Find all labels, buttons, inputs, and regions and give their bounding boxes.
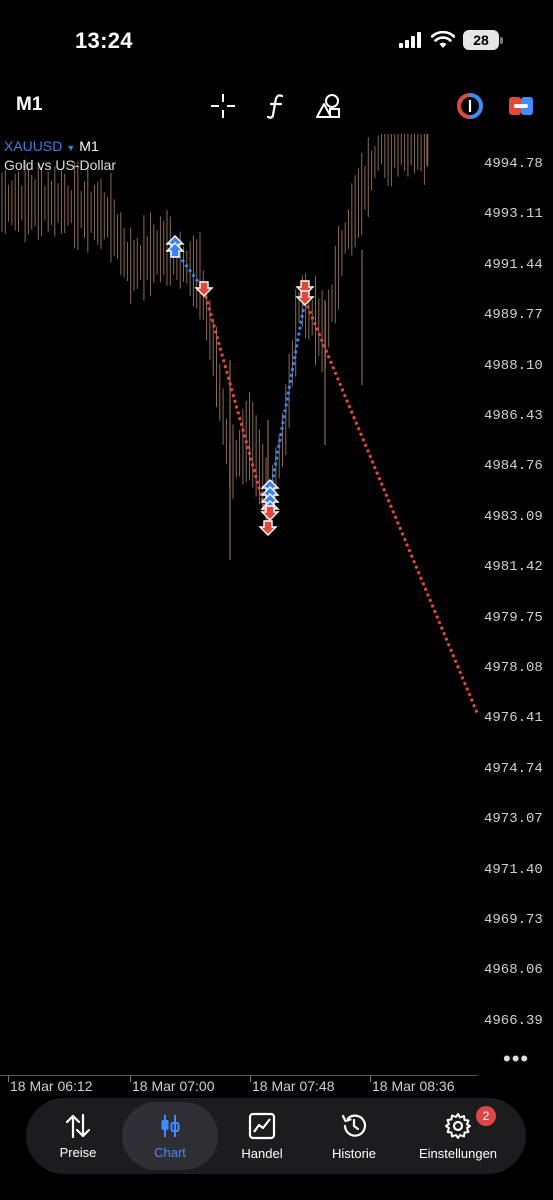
nav-label-chart: Chart bbox=[154, 1144, 186, 1160]
price-axis-label: 4983.09 bbox=[484, 508, 543, 525]
nav-item-handel[interactable]: Handel bbox=[214, 1102, 310, 1170]
nav-label-preise: Preise bbox=[59, 1144, 97, 1160]
nav-label-einstellungen: Einstellungen bbox=[418, 1145, 498, 1161]
price-axis-label: 4971.40 bbox=[484, 861, 543, 878]
trade-line bbox=[303, 299, 480, 716]
notification-badge: 2 bbox=[476, 1106, 496, 1126]
candles-icon bbox=[161, 1114, 180, 1137]
price-axis-label: 4986.43 bbox=[484, 408, 543, 424]
one-click-trading-icon[interactable] bbox=[456, 92, 484, 120]
time-axis-label: 18 Mar 07:00 bbox=[132, 1078, 215, 1094]
price-axis-label: 4966.39 bbox=[484, 1012, 543, 1029]
price-axis-label: 4988.10 bbox=[484, 357, 543, 374]
indicators-icon[interactable] bbox=[263, 92, 291, 120]
status-bar: 13:24 28 bbox=[0, 0, 553, 80]
price-axis-label: 4991.44 bbox=[484, 256, 543, 273]
wifi-icon bbox=[431, 31, 455, 48]
price-axis-label: 4973.07 bbox=[484, 811, 543, 828]
signal-icon bbox=[399, 32, 421, 48]
chart-toolbar: M1 bbox=[0, 84, 553, 128]
price-axis-label: 4978.08 bbox=[484, 660, 543, 676]
price-axis: 4994.78 4993.11 4991.44 4989.77 4988.10 4986.… bbox=[478, 134, 553, 1075]
timeframe-button[interactable]: M1 bbox=[16, 94, 42, 116]
price-axis-label: 4974.74 bbox=[484, 760, 543, 777]
trade-line bbox=[268, 299, 307, 496]
price-axis-label: 4979.75 bbox=[484, 609, 543, 626]
sell-arrow-icon bbox=[258, 520, 278, 536]
gear-icon bbox=[445, 1112, 471, 1139]
time-axis-label: 18 Mar 08:36 bbox=[372, 1078, 455, 1094]
price-axis-label: 4976.41 bbox=[484, 710, 543, 727]
crosshair-icon[interactable] bbox=[209, 92, 237, 120]
price-axis-label: 4984.76 bbox=[484, 458, 543, 475]
price-axis-label: 4981.42 bbox=[484, 559, 543, 576]
nav-item-preise[interactable]: Preise bbox=[30, 1102, 126, 1170]
price-chart[interactable] bbox=[0, 134, 480, 1075]
arrows-updown-icon bbox=[65, 1113, 91, 1138]
sell-arrow-icon bbox=[194, 281, 214, 297]
price-axis-label: 4989.77 bbox=[484, 307, 543, 324]
nav-item-einstellungen[interactable]: Einstellungen 2 bbox=[406, 1102, 510, 1170]
symbol-name[interactable]: XAUUSD bbox=[4, 138, 62, 154]
time-axis-label: 18 Mar 07:48 bbox=[252, 1078, 335, 1094]
battery-level: 28 bbox=[463, 30, 499, 50]
bottom-navigation: Preise Chart Handel Historie Einstellung… bbox=[26, 1098, 526, 1174]
status-time: 13:24 bbox=[75, 28, 133, 53]
objects-icon[interactable] bbox=[314, 92, 342, 120]
price-axis-label: 4993.11 bbox=[484, 206, 543, 223]
time-axis: 18 Mar 06:12 18 Mar 07:00 18 Mar 07:48 18 M… bbox=[0, 1075, 478, 1098]
chart-canvas bbox=[1, 134, 480, 716]
trade-chart-icon bbox=[248, 1112, 276, 1139]
more-options-icon[interactable]: ••• bbox=[503, 1046, 529, 1072]
trade-panel-icon[interactable] bbox=[507, 92, 535, 120]
symbol-caret-icon[interactable]: ▼ bbox=[66, 143, 75, 153]
history-icon bbox=[341, 1114, 367, 1137]
status-icons: 28 bbox=[399, 30, 503, 50]
price-axis-label: 4968.06 bbox=[484, 962, 543, 979]
nav-label-handel: Handel bbox=[241, 1145, 283, 1161]
nav-label-historie: Historie bbox=[331, 1145, 377, 1161]
symbol-info: XAUUSD ▼ M1 Gold vs US-Dollar bbox=[4, 138, 116, 173]
price-axis-label: 4969.73 bbox=[484, 912, 543, 928]
nav-item-historie[interactable]: Historie bbox=[306, 1102, 402, 1170]
nav-item-chart[interactable]: Chart bbox=[122, 1102, 218, 1170]
price-axis-label: 4994.78 bbox=[484, 156, 543, 172]
symbol-timeframe: M1 bbox=[79, 138, 99, 154]
time-axis-label: 18 Mar 06:12 bbox=[10, 1078, 93, 1094]
symbol-description: Gold vs US-Dollar bbox=[4, 157, 117, 173]
